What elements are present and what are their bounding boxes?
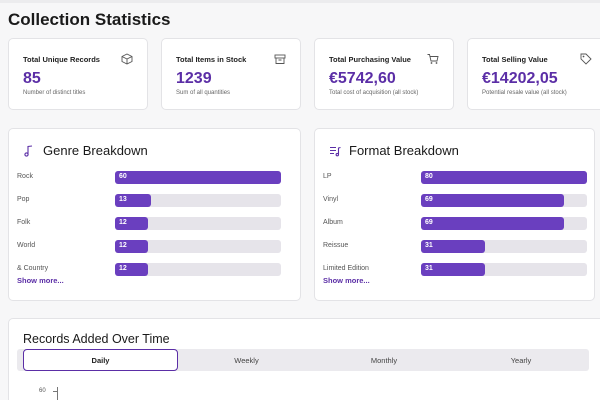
bar-track: 69 [421,194,587,207]
bar-value: 12 [119,265,127,272]
bar-label: Album [323,219,343,226]
bar-label: Reissue [323,242,349,249]
format-show-more-link[interactable]: Show more... [323,276,370,285]
records-over-time-panel: Records Added Over Time Daily Weekly Mon… [8,318,600,400]
stat-label: Total Selling Value [482,55,548,64]
format-breakdown-panel: Format Breakdown LP 80 Vinyl 69 Album 69 Reiss… [314,128,595,301]
genre-row: World 12 [17,240,281,254]
stat-value: 1239 [176,70,212,87]
bar-track: 12 [115,217,281,230]
bar-fill: 69 [421,194,565,207]
bar-value: 13 [119,196,127,203]
bar-track: 12 [115,240,281,253]
bar-track: 12 [115,263,281,276]
bar-value: 31 [425,242,433,249]
genre-row: & Country 12 [17,263,281,277]
cart-icon [427,54,439,64]
tab-yearly[interactable]: Yearly [453,349,589,371]
page-title: Collection Statistics [8,10,171,29]
bar-label: Rock [17,173,33,180]
stat-value: 85 [23,70,41,87]
format-row: Reissue 31 [323,240,587,254]
bar-track: 31 [421,263,587,276]
bar-label: LP [323,173,332,180]
bar-label: World [17,242,36,249]
tab-monthly[interactable]: Monthly [315,349,453,371]
bar-fill: 13 [115,194,151,207]
bar-track: 69 [421,217,587,230]
format-row: Vinyl 69 [323,194,587,208]
box-icon [121,53,133,65]
bar-fill: 12 [115,217,149,230]
bar-value: 69 [425,219,433,226]
format-panel-title: Format Breakdown [329,143,459,158]
list-music-icon [330,146,341,156]
bar-label: Folk [17,219,31,226]
bar-fill: 69 [421,217,565,230]
stat-card-items-in-stock: Total Items in Stock 1239 Sum of all qua… [161,38,301,110]
genre-breakdown-panel: Genre Breakdown Rock 60 Pop 13 Folk 12 World 12… [8,128,301,301]
genre-panel-title: Genre Breakdown [23,143,148,158]
bar-track: 31 [421,240,587,253]
tab-daily[interactable]: Daily [23,349,178,371]
stat-value: €14202,05 [482,70,558,87]
stat-label: Total Unique Records [23,55,100,64]
stat-subtext: Sum of all quantities [176,90,231,96]
tag-icon [580,53,592,65]
bar-value: 60 [119,173,127,180]
genre-row: Pop 13 [17,194,281,208]
genre-show-more-link[interactable]: Show more... [17,276,64,285]
y-axis-tick-label: 60 [39,388,46,394]
stat-subtext: Total cost of acquisition (all stock) [329,90,419,96]
bar-value: 31 [425,265,433,272]
bar-value: 12 [119,242,127,249]
stat-label: Total Items in Stock [176,55,247,64]
timeline-panel-title: Records Added Over Time [23,332,170,346]
stat-card-unique-records: Total Unique Records 85 Number of distin… [8,38,148,110]
bar-value: 69 [425,196,433,203]
genre-row: Folk 12 [17,217,281,231]
music-note-icon [24,144,33,157]
bar-label: Limited Edition [323,265,369,272]
stat-label: Total Purchasing Value [329,55,411,64]
panel-title-text: Genre Breakdown [43,143,148,158]
bar-value: 80 [425,173,433,180]
bar-label: Vinyl [323,196,339,203]
tab-weekly[interactable]: Weekly [178,349,315,371]
stat-value: €5742,60 [329,70,396,87]
archive-icon [274,54,286,64]
format-row: Album 69 [323,217,587,231]
bar-fill: 12 [115,263,149,276]
bar-track: 60 [115,171,281,184]
top-divider [0,0,600,3]
bar-label: Pop [17,196,30,203]
bar-fill: 60 [115,171,281,184]
bar-fill: 80 [421,171,587,184]
genre-row: Rock 60 [17,171,281,185]
bar-value: 12 [119,219,127,226]
bar-track: 80 [421,171,587,184]
panel-title-text: Format Breakdown [349,143,459,158]
format-row: Limited Edition 31 [323,263,587,277]
bar-label: & Country [17,265,49,272]
timeline-tab-bar: Daily Weekly Monthly Yearly [17,349,589,371]
bar-fill: 31 [421,263,486,276]
bar-track: 13 [115,194,281,207]
stat-subtext: Potential resale value (all stock) [482,90,567,96]
panel-title-text: Records Added Over Time [23,332,170,346]
y-axis-line [57,387,58,400]
bar-fill: 12 [115,240,149,253]
bar-fill: 31 [421,240,486,253]
stat-subtext: Number of distinct titles [23,90,86,96]
stat-card-purchasing-value: Total Purchasing Value €5742,60 Total co… [314,38,454,110]
stat-card-selling-value: Total Selling Value €14202,05 Potential … [467,38,600,110]
format-row: LP 80 [323,171,587,185]
